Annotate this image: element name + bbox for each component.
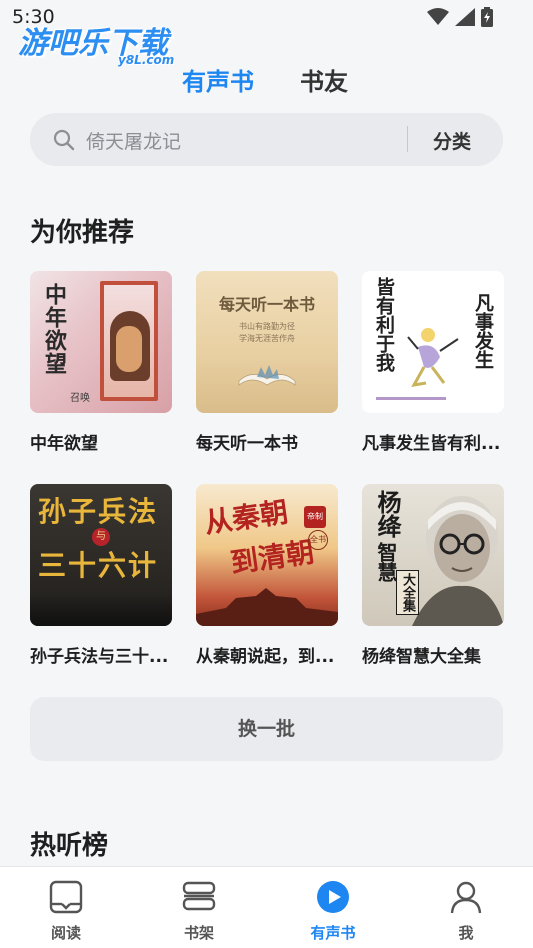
play-icon <box>317 881 349 913</box>
book-cover[interactable]: 从秦朝 到清朝 帝制 全书 <box>196 484 338 626</box>
book-card[interactable]: 从秦朝 到清朝 帝制 全书 从秦朝说起，到... <box>196 484 338 667</box>
cover-title-1: 凡事发生 <box>472 293 494 369</box>
search-bar[interactable]: 倚天屠龙记 分类 <box>30 113 503 166</box>
tab-audiobook[interactable]: 有声书 <box>182 62 254 97</box>
book-title: 凡事发生皆有利... <box>362 434 501 454</box>
search-icon <box>53 129 75 151</box>
tab-book-friends[interactable]: 书友 <box>300 62 348 97</box>
cover-badge-1: 帝制 <box>304 506 326 528</box>
cover-title: 每天听一本书 <box>218 295 315 314</box>
recommend-section-title: 为你推荐 <box>30 218 135 248</box>
cover-subtitle-2: 学海无涯苦作舟 <box>239 334 295 343</box>
cover-title-3: 大全集 <box>396 570 419 615</box>
battery-icon <box>481 7 493 27</box>
nav-label-bookshelf: 书架 <box>183 924 214 942</box>
book-card[interactable]: 孙子兵法 与 三十六计 孙子兵法与三十... <box>30 484 172 667</box>
nav-label-audiobook: 有声书 <box>310 924 356 942</box>
nav-me[interactable]: 我 <box>416 867 516 948</box>
palace-silhouette <box>196 588 338 626</box>
book-cover[interactable]: 杨绛 智慧 大全集 <box>362 484 504 626</box>
book-cover[interactable]: 每天听一本书 书山有路勤为径 学海无涯苦作舟 <box>196 271 338 413</box>
book-title: 从秦朝说起，到... <box>196 647 335 667</box>
top-tabs: 有声书 书友 <box>0 62 533 96</box>
wifi-icon <box>427 8 449 25</box>
cover-subtitle-1: 书山有路勤为径 <box>239 322 295 331</box>
cover-badge-2: 全书 <box>308 530 328 550</box>
cover-title-2: 三十六计 <box>38 549 159 582</box>
cover-title-2: 皆有利于我 <box>373 277 395 372</box>
nav-reading[interactable]: 阅读 <box>16 867 116 948</box>
bookshelf-icon <box>182 881 216 911</box>
book-cover[interactable]: 中年欲望 召唤 <box>30 271 172 413</box>
nav-bookshelf[interactable]: 书架 <box>149 867 249 948</box>
hot-list-title: 热听榜 <box>30 831 109 861</box>
cover-line <box>376 397 446 400</box>
cover-author: 召唤 <box>70 393 90 404</box>
tablet-icon <box>49 880 83 914</box>
nav-label-me: 我 <box>458 924 474 942</box>
book-title: 杨绛智慧大全集 <box>362 647 481 667</box>
cover-title-2: 到清朝 <box>228 535 317 580</box>
nav-label-reading: 阅读 <box>50 924 81 942</box>
book-card[interactable]: 皆有利于我 凡事发生 凡事发生皆有利... <box>362 271 504 454</box>
book-title: 每天听一本书 <box>196 434 298 454</box>
book-card[interactable]: 每天听一本书 书山有路勤为径 学海无涯苦作舟 每天听一本书 <box>196 271 338 454</box>
cover-shade <box>30 594 172 626</box>
cover-title: 中年欲望 <box>41 283 67 375</box>
open-book-illustration <box>238 365 296 386</box>
jumping-figure-illustration <box>407 328 459 387</box>
book-card[interactable]: 中年欲望 召唤 中年欲望 <box>30 271 172 454</box>
person-icon <box>450 881 482 914</box>
watermark-logo: 游吧乐下载 y8L.com <box>18 18 188 68</box>
category-button[interactable]: 分类 <box>433 127 471 154</box>
book-card[interactable]: 杨绛 智慧 大全集 杨绛智慧大全集 <box>362 484 504 667</box>
search-input[interactable]: 倚天屠龙记 <box>86 127 181 154</box>
refresh-batch-button[interactable]: 换一批 <box>30 697 503 761</box>
search-divider <box>407 126 408 152</box>
book-cover[interactable]: 皆有利于我 凡事发生 <box>362 271 504 413</box>
cover-title-1: 杨绛 <box>373 490 402 538</box>
nav-audiobook[interactable]: 有声书 <box>283 867 383 948</box>
book-title: 中年欲望 <box>30 434 98 454</box>
cover-title-1: 孙子兵法 <box>38 495 159 528</box>
book-title: 孙子兵法与三十... <box>30 647 169 667</box>
status-icons <box>427 7 493 27</box>
signal-icon <box>455 8 475 26</box>
book-cover[interactable]: 孙子兵法 与 三十六计 <box>30 484 172 626</box>
bottom-nav: 阅读 书架 有声书 我 <box>0 866 533 948</box>
